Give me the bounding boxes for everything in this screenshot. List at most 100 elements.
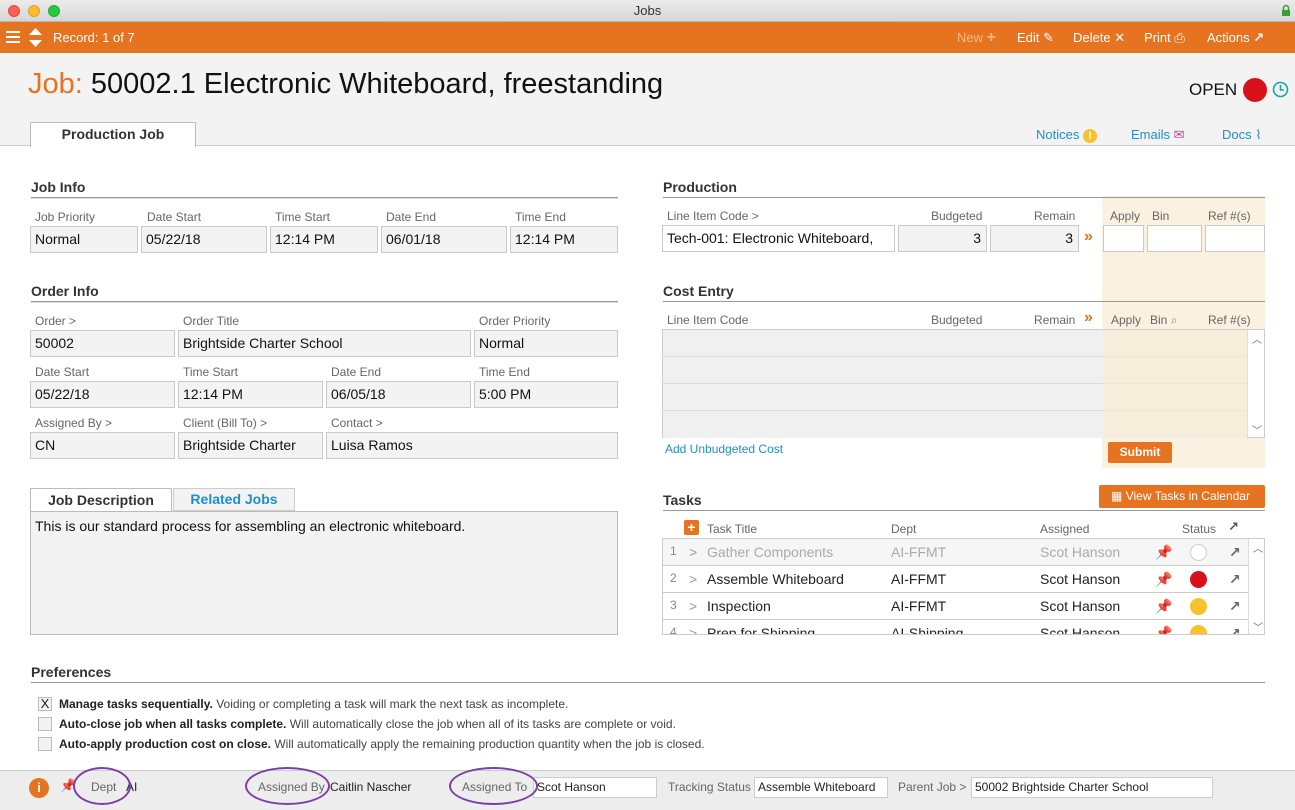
actions-button[interactable]: Actions ↗	[1207, 22, 1264, 53]
task-row[interactable]: 2 > Assemble Whiteboard AI-FFMT Scot Han…	[663, 566, 1249, 593]
menu-icon[interactable]	[6, 31, 20, 44]
add-task-plus-icon[interactable]: +	[684, 520, 699, 535]
search-icon[interactable]: ⌕	[1171, 313, 1178, 327]
footer-dept-field[interactable]: AI	[122, 777, 243, 798]
clock-icon[interactable]	[1272, 81, 1289, 98]
pin-icon[interactable]: 📌	[60, 778, 76, 794]
order-title-field[interactable]: Brightside Charter School	[178, 330, 471, 357]
tab-job-description[interactable]: Job Description	[30, 488, 172, 512]
paperclip-icon: ⌇	[1255, 127, 1262, 142]
footer-parent-job-link[interactable]: Parent Job >	[898, 780, 966, 794]
arrow-out-icon: ↗	[1253, 30, 1265, 45]
record-up-down-icon[interactable]	[29, 28, 42, 47]
print-button[interactable]: Print ⎙	[1144, 22, 1185, 53]
status-indicator[interactable]	[1243, 78, 1267, 102]
open-task-arrow-icon[interactable]: ↗	[1229, 571, 1241, 588]
record-header: Job: 50002.1 Electronic Whiteboard, free…	[0, 53, 1295, 147]
open-task-arrow-icon[interactable]: ↗	[1229, 598, 1241, 615]
new-button[interactable]: New +	[957, 22, 996, 53]
production-line-item-field[interactable]: Tech-001: Electronic Whiteboard,	[662, 225, 895, 252]
cost-entry-scrollbar[interactable]: ︿ ﹀	[1247, 330, 1264, 437]
window-title: Jobs	[633, 3, 662, 18]
production-bin-input[interactable]	[1147, 225, 1202, 252]
add-unbudgeted-cost-link[interactable]: Add Unbudgeted Cost	[665, 442, 783, 456]
task-status-dot[interactable]	[1190, 598, 1207, 615]
pin-icon[interactable]: 📌	[1155, 598, 1172, 615]
task-row[interactable]: 3 > Inspection AI-FFMT Scot Hanson 📌 ↗	[663, 593, 1249, 620]
tab-related-jobs[interactable]: Related Jobs	[173, 488, 295, 511]
pin-icon[interactable]: 📌	[1155, 625, 1172, 634]
apply-all-arrow-icon[interactable]: »	[1084, 228, 1093, 246]
scroll-up-icon[interactable]: ︿	[1253, 540, 1263, 555]
job-priority-field[interactable]: Normal	[30, 226, 138, 253]
scroll-up-icon[interactable]: ︿	[1252, 331, 1262, 346]
order-time-start-field[interactable]: 12:14 PM	[178, 381, 323, 408]
order-date-end-field[interactable]: 06/05/18	[326, 381, 471, 408]
assigned-by-link[interactable]: Assigned By >	[35, 416, 112, 430]
submit-button[interactable]: Submit	[1108, 442, 1172, 463]
production-ref-input[interactable]	[1205, 225, 1265, 252]
footer-dept-label: Dept	[91, 780, 117, 794]
order-date-start-field[interactable]: 05/22/18	[30, 381, 175, 408]
tasks-grid: 1 > Gather Components AI-FFMT Scot Hanso…	[662, 538, 1265, 635]
expand-chevron-icon: >	[689, 625, 698, 635]
task-status-dot[interactable]	[1190, 571, 1207, 588]
close-window-button[interactable]	[8, 5, 20, 17]
footer-assigned-by-field[interactable]: Caitlin Nascher	[326, 777, 447, 798]
task-status-dot[interactable]	[1190, 625, 1207, 634]
cost-budgeted-label: Budgeted	[931, 313, 983, 327]
job-date-end-field[interactable]: 06/01/18	[381, 226, 507, 253]
order-time-end-field[interactable]: 5:00 PM	[474, 381, 618, 408]
tab-production-job[interactable]: Production Job	[30, 122, 196, 147]
order-date-start-label: Date Start	[35, 365, 90, 379]
emails-link[interactable]: Emails ✉	[1131, 127, 1185, 143]
open-task-arrow-icon[interactable]: ↗	[1229, 544, 1241, 561]
footer-parent-job-field[interactable]: 50002 Brightside Charter School	[971, 777, 1213, 798]
order-link[interactable]: Order >	[35, 314, 76, 328]
record-counter: Record: 1 of 7	[53, 30, 135, 45]
info-icon[interactable]: i	[29, 778, 49, 798]
task-row[interactable]: 1 > Gather Components AI-FFMT Scot Hanso…	[663, 539, 1249, 566]
expand-arrow-icon[interactable]: ↗	[1228, 519, 1239, 535]
auto-apply-checkbox[interactable]	[38, 737, 52, 751]
order-priority-label: Order Priority	[479, 314, 551, 328]
task-row[interactable]: 4 > Prep for Shipping AI-Shipping Scot H…	[663, 620, 1249, 635]
production-apply-input[interactable]	[1103, 225, 1144, 252]
open-task-arrow-icon[interactable]: ↗	[1229, 625, 1241, 634]
order-field[interactable]: 50002	[30, 330, 175, 357]
pencil-icon: ✎	[1043, 30, 1054, 45]
order-time-start-label: Time Start	[183, 365, 238, 379]
client-link[interactable]: Client (Bill To) >	[183, 416, 267, 430]
edit-button[interactable]: Edit ✎	[1017, 22, 1054, 53]
auto-close-checkbox[interactable]	[38, 717, 52, 731]
scroll-down-icon[interactable]: ﹀	[1253, 619, 1263, 634]
zoom-window-button[interactable]	[48, 5, 60, 17]
footer-tracking-field[interactable]: Assemble Whiteboard	[754, 777, 888, 798]
order-priority-field[interactable]: Normal	[474, 330, 618, 357]
production-line-item-link[interactable]: Line Item Code >	[667, 209, 759, 223]
task-status-column-header: Status	[1182, 522, 1217, 536]
pin-icon[interactable]: 📌	[1155, 544, 1172, 561]
view-tasks-calendar-button[interactable]: ▦ View Tasks in Calendar	[1099, 485, 1265, 508]
client-field[interactable]: Brightside Charter	[178, 432, 323, 459]
footer-assigned-to-label: Assigned To	[462, 780, 528, 794]
task-status-dot[interactable]	[1190, 544, 1207, 561]
assigned-by-field[interactable]: CN	[30, 432, 175, 459]
job-time-start-field[interactable]: 12:14 PM	[270, 226, 378, 253]
notices-link[interactable]: Notices !	[1036, 127, 1097, 143]
contact-field[interactable]: Luisa Ramos	[326, 432, 618, 459]
job-date-start-field[interactable]: 05/22/18	[141, 226, 267, 253]
footer-assigned-to-field[interactable]: Scot Hanson	[533, 777, 657, 798]
minimize-window-button[interactable]	[28, 5, 40, 17]
tasks-scrollbar[interactable]: ︿ ﹀	[1248, 539, 1264, 634]
manage-tasks-checkbox[interactable]: X	[38, 697, 52, 711]
docs-link[interactable]: Docs ⌇	[1222, 127, 1262, 143]
cost-remain-label: Remain	[1034, 313, 1076, 327]
cost-apply-all-arrow-icon[interactable]: »	[1084, 309, 1093, 327]
job-description-textarea[interactable]: This is our standard process for assembl…	[30, 511, 618, 635]
pin-icon[interactable]: 📌	[1155, 571, 1172, 588]
scroll-down-icon[interactable]: ﹀	[1252, 422, 1262, 437]
contact-link[interactable]: Contact >	[331, 416, 383, 430]
job-time-end-field[interactable]: 12:14 PM	[510, 226, 618, 253]
delete-button[interactable]: Delete ✕	[1073, 22, 1125, 53]
